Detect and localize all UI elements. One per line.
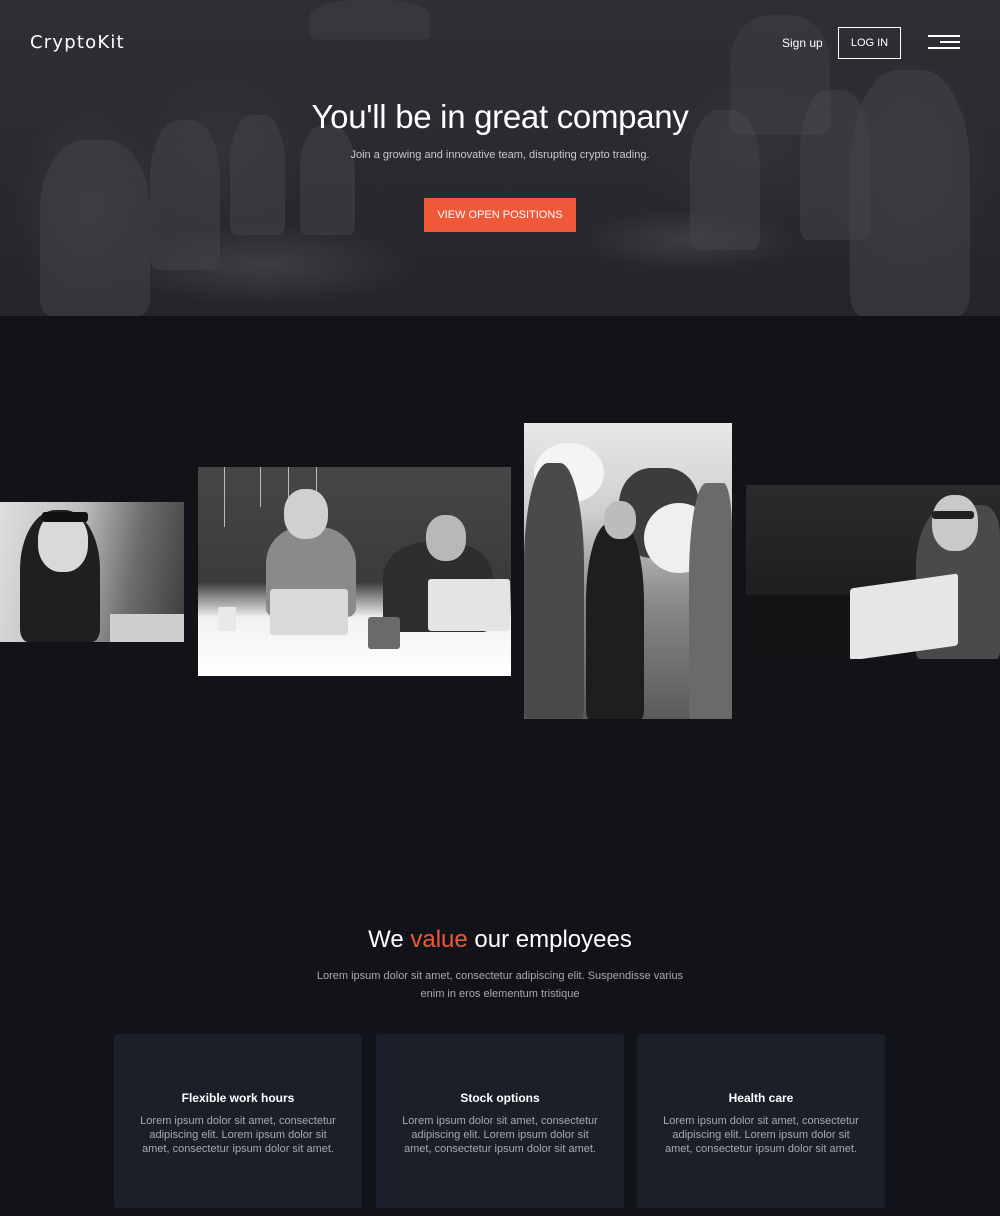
benefit-card-text: Lorem ipsum dolor sit amet, consectetur … bbox=[663, 1115, 859, 1155]
hero-title: You'll be in great company bbox=[311, 98, 689, 135]
values-title-accent: value bbox=[410, 926, 468, 953]
hamburger-menu-icon[interactable] bbox=[928, 35, 960, 51]
hero-subtitle: Join a growing and innovative team, disr… bbox=[350, 149, 650, 161]
values-title-prefix: We bbox=[368, 926, 411, 953]
benefit-card-title: Flexible work hours bbox=[181, 1091, 295, 1105]
values-title: We value our employees bbox=[0, 926, 1000, 954]
login-button[interactable]: LOG IN bbox=[838, 27, 901, 59]
view-open-positions-button[interactable]: VIEW OPEN POSITIONS bbox=[424, 198, 576, 232]
brand-logo[interactable]: CryptoKit bbox=[30, 32, 125, 53]
benefit-card-text: Lorem ipsum dolor sit amet, consectetur … bbox=[402, 1115, 598, 1155]
team-photo-mural bbox=[524, 423, 732, 719]
team-photo-laptops bbox=[198, 467, 511, 676]
hero-section: CryptoKit Sign up LOG IN You'll be in gr… bbox=[0, 0, 1000, 316]
benefit-card-stock-options: Stock options Lorem ipsum dolor sit amet… bbox=[376, 1034, 624, 1208]
values-description: Lorem ipsum dolor sit amet, consectetur … bbox=[316, 970, 684, 1000]
benefit-card-title: Stock options bbox=[460, 1091, 540, 1105]
signup-link[interactable]: Sign up bbox=[782, 36, 823, 50]
benefit-card-health-care: Health care Lorem ipsum dolor sit amet, … bbox=[637, 1034, 885, 1208]
values-title-suffix: our employees bbox=[467, 926, 632, 953]
team-photo-woman-laptop bbox=[746, 485, 1000, 659]
team-photo-woman-laughing bbox=[0, 502, 184, 642]
benefit-card-flexible-hours: Flexible work hours Lorem ipsum dolor si… bbox=[114, 1034, 362, 1208]
benefit-card-text: Lorem ipsum dolor sit amet, consectetur … bbox=[140, 1115, 336, 1155]
benefit-card-title: Health care bbox=[728, 1091, 794, 1105]
careers-page: CryptoKit Sign up LOG IN You'll be in gr… bbox=[0, 0, 1000, 1216]
